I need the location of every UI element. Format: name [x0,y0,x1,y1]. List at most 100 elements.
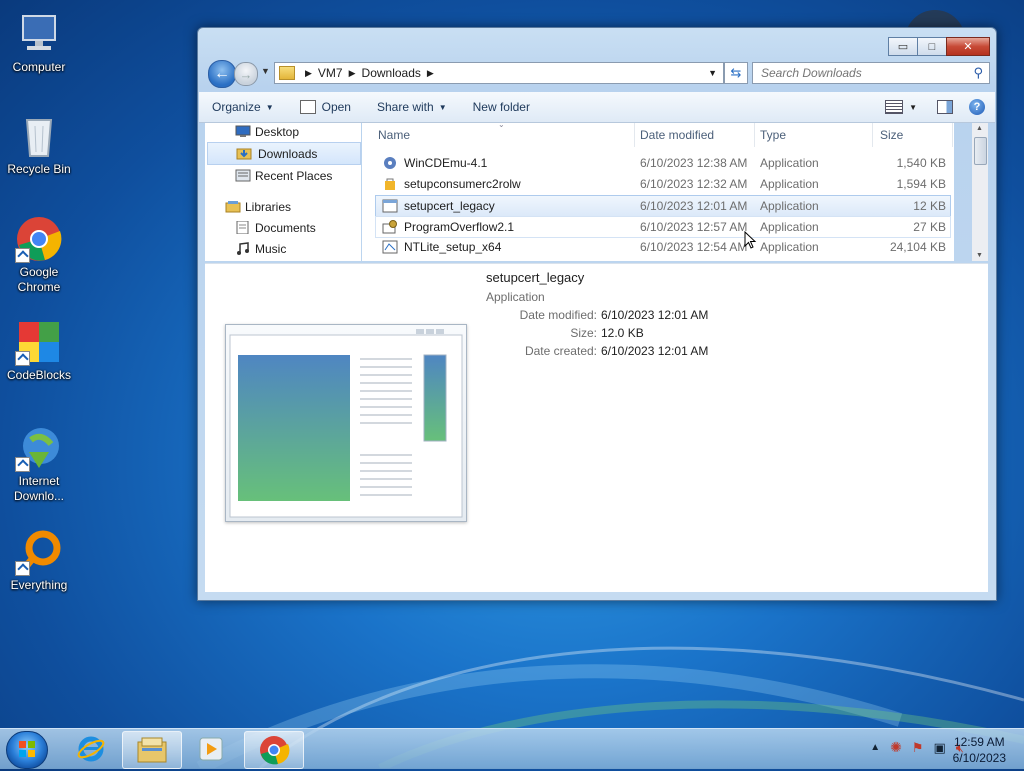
open-label: Open [321,100,351,114]
windows-logo-icon [19,741,35,757]
file-date: 6/10/2023 12:38 AM [640,156,748,170]
search-input[interactable] [759,65,963,81]
chevron-down-icon: ▼ [438,102,447,112]
recent-places-icon [235,169,251,182]
nav-label: Recent Places [255,168,333,183]
breadcrumb-vm7[interactable]: VM7 [318,66,343,80]
nav-item-documents[interactable]: Documents [205,217,361,238]
network-icon[interactable]: ▣ [934,740,946,756]
desktop-icon-label: Everything [10,578,68,592]
shortcut-arrow-icon [15,248,30,263]
column-header-type[interactable]: Type [760,123,873,147]
help-button[interactable]: ? [969,99,985,115]
preview-prop-value: 6/10/2023 12:01 AM [601,344,709,358]
caption-buttons: ▭ □ ✕ [888,37,990,56]
scroll-down-icon[interactable]: ▼ [976,252,983,259]
tray-app-icon[interactable]: ✺ [890,739,902,756]
preview-prop-key: Date modified: [519,308,597,322]
share-with-button[interactable]: Share with ▼ [364,100,460,114]
file-explorer-icon [137,737,167,763]
column-label: Type [760,128,787,142]
navigation-pane: Desktop Downloads Recent Places Librarie… [205,123,361,261]
taskbar: ▲ ✺ ⚑ ▣ 🔇︎ 12:59 AM 6/10/2023 [0,728,1024,769]
file-name: NTLite_setup_x64 [404,240,502,254]
explorer-window[interactable]: ▭ □ ✕ ← → ▼ ▶ VM7 ▶ Downloads ▶ ▼ ⇆ ⚲ Or… [197,27,997,601]
search-icon[interactable]: ⚲ [973,65,983,81]
column-header-size[interactable]: Size [880,123,953,147]
chevron-down-icon[interactable]: ▼ [909,103,917,112]
view-controls: ▼ ? [885,99,985,115]
shortcut-arrow-icon [15,561,30,576]
desktop-icon-label: Recycle Bin [7,162,71,176]
taskbar-file-explorer[interactable] [122,731,182,769]
address-dropdown-icon[interactable]: ▼ [708,68,717,78]
file-row[interactable]: WinCDEmu-4.1 6/10/2023 12:38 AM Applicat… [376,153,950,173]
organize-button[interactable]: Organize ▼ [199,100,287,114]
desktop-icon-chrome[interactable]: Google Chrome [4,215,74,295]
chrome-icon [15,215,63,263]
column-label: Name [378,128,411,142]
nav-item-downloads[interactable]: Downloads [207,142,361,165]
taskbar-chrome[interactable] [244,731,304,769]
nav-item-recent-places[interactable]: Recent Places [205,165,361,186]
file-name: WinCDEmu-4.1 [404,156,488,170]
scrollbar-thumb[interactable] [974,137,987,165]
desktop-icon-computer[interactable]: Computer [4,10,74,75]
nav-label: Documents [255,220,316,235]
gear-app-icon [382,220,397,234]
breadcrumb-separator-icon[interactable]: ▶ [305,68,312,79]
column-header-name[interactable]: Name [378,123,635,147]
breadcrumb-separator-icon[interactable]: ▶ [349,68,356,79]
desktop-icon-idm[interactable]: Internet Downlo... [4,424,74,504]
taskbar-media-player[interactable] [182,731,240,767]
view-details-icon[interactable] [885,100,904,114]
desktop-icon-recycle-bin[interactable]: Recycle Bin [4,112,74,177]
action-center-icon[interactable]: ⚑ [912,740,924,756]
file-list-scrollbar[interactable]: ▲ ▼ [972,123,988,261]
file-row[interactable]: setupconsumerc2rolw 6/10/2023 12:32 AM A… [376,174,950,194]
app-preview-image [229,329,463,518]
back-button[interactable]: ← [208,60,236,88]
file-row-hover[interactable]: ProgramOverflow2.1 6/10/2023 12:57 AM Ap… [375,216,951,238]
idm-icon [15,424,63,472]
file-date: 6/10/2023 12:32 AM [640,177,748,191]
file-size: 27 KB [913,220,946,234]
nav-item-desktop[interactable]: Desktop [205,123,361,142]
clock[interactable]: 12:59 AM 6/10/2023 [953,734,1006,766]
file-row-selected[interactable]: setupcert_legacy 6/10/2023 12:01 AM Appl… [375,195,951,217]
file-row[interactable]: NTLite_setup_x64 6/10/2023 12:54 AM Appl… [376,237,950,257]
minimize-button[interactable]: ▭ [888,37,918,56]
show-hidden-icons-icon[interactable]: ▲ [870,742,880,753]
desktop-icon-codeblocks[interactable]: CodeBlocks [4,318,74,383]
close-button[interactable]: ✕ [946,37,990,56]
preview-prop-key: Date created: [524,344,597,358]
taskbar-internet-explorer[interactable] [62,731,120,767]
column-label: Size [880,128,904,142]
nav-item-music[interactable]: Music [205,238,361,259]
chrome-icon [260,736,290,765]
search-box[interactable]: ⚲ [752,62,990,84]
breadcrumb-downloads[interactable]: Downloads [362,66,421,80]
scroll-up-icon[interactable]: ▲ [976,125,983,132]
desktop-icon-everything[interactable]: Everything [4,528,74,593]
nav-item-libraries[interactable]: Libraries [205,196,361,217]
installer-icon [384,157,396,169]
start-button[interactable] [6,731,48,769]
recent-pages-dropdown[interactable]: ▼ [261,66,270,76]
maximize-button[interactable]: □ [917,37,947,56]
file-name: ProgramOverflow2.1 [404,220,515,234]
breadcrumb-separator-icon[interactable]: ▶ [427,68,434,79]
downloads-icon [236,148,252,160]
refresh-button[interactable]: ⇆ [724,62,748,84]
column-header-date[interactable]: Date modified [640,123,755,147]
preview-pane-icon[interactable] [937,100,953,114]
organize-label: Organize [212,100,261,114]
column-label: Date modified [640,128,715,142]
forward-button[interactable]: → [234,62,258,86]
nav-label: Music [255,241,287,256]
address-bar[interactable]: ▶ VM7 ▶ Downloads ▶ ▼ [274,62,724,84]
new-folder-button[interactable]: New folder [460,100,543,114]
file-name: setupconsumerc2rolw [404,177,521,191]
open-button[interactable]: Open [287,100,364,114]
chevron-down-icon: ▼ [265,102,274,112]
